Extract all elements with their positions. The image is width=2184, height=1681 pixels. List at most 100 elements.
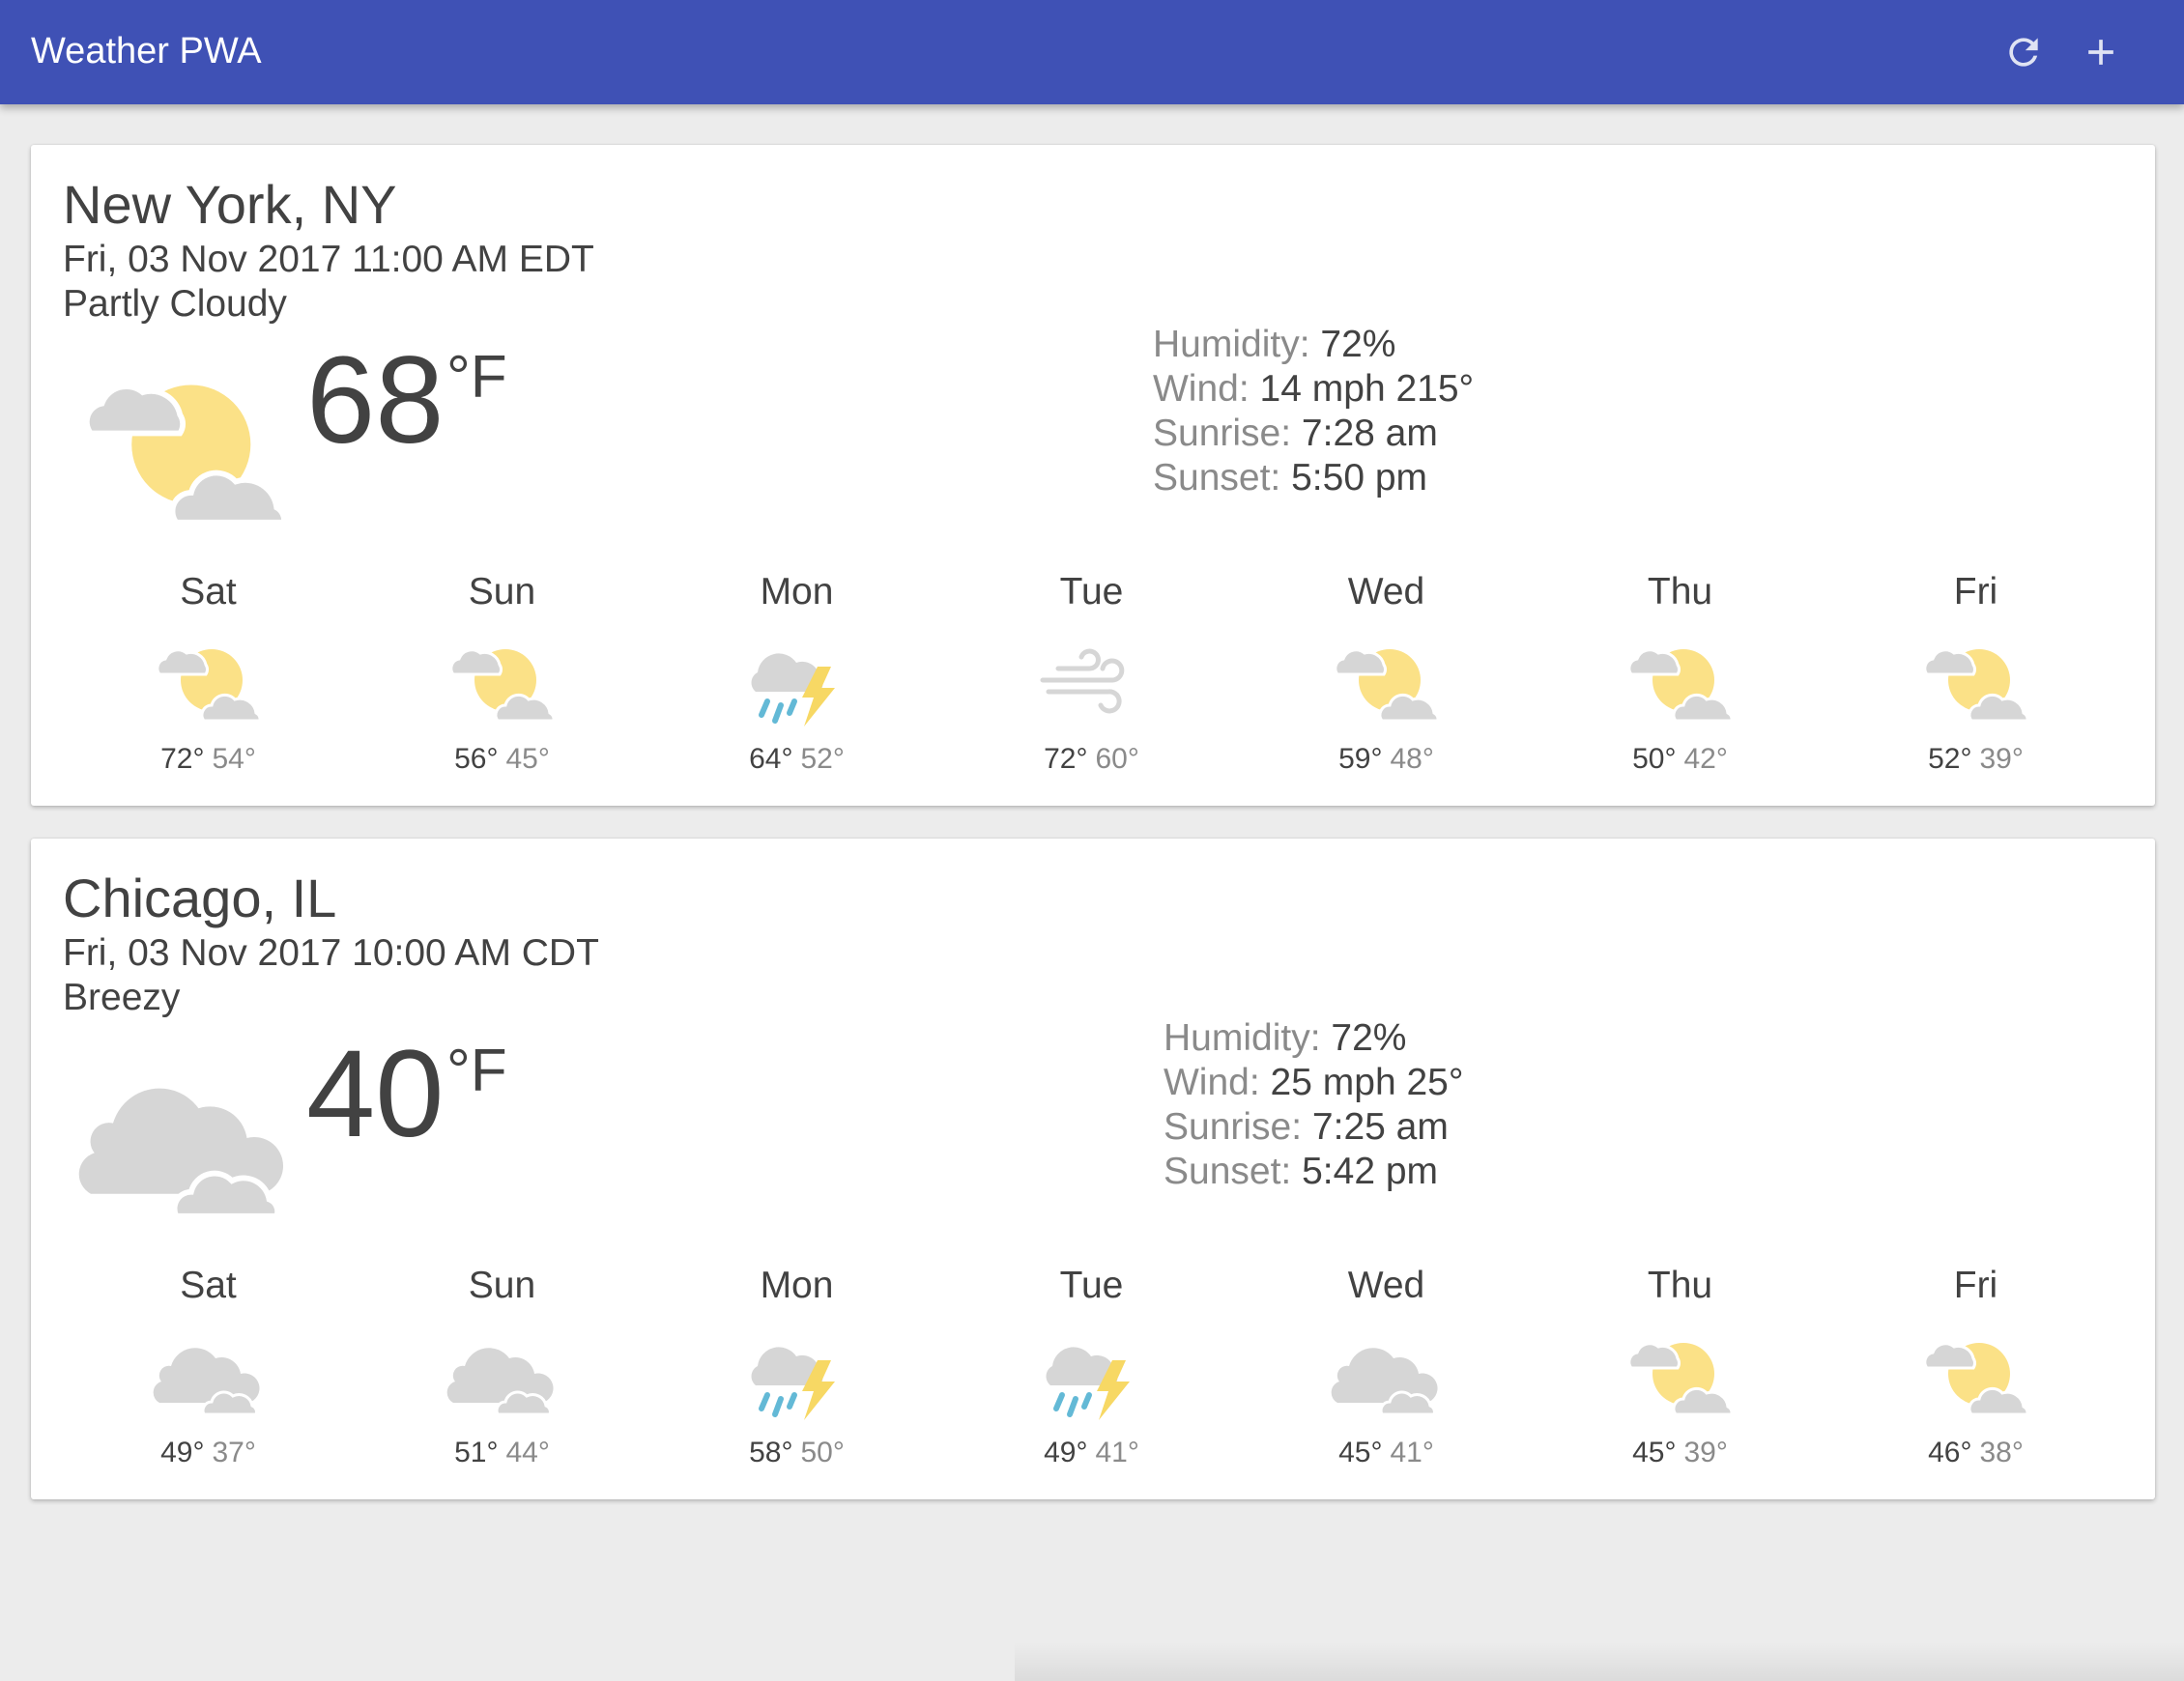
sunset-label: Sunset: [1164,1151,1292,1192]
sunrise-row: Sunrise: 7:25 am [1164,1105,1463,1150]
temperature-scale: °F [446,1038,507,1104]
forecast-high: 50° [1632,743,1677,775]
weather-card: Chicago, IL Fri, 03 Nov 2017 10:00 AM CD… [31,839,2155,1499]
sunset-label: Sunset: [1153,457,1281,499]
forecast-day: Thu 45° 39° [1533,1264,1827,1470]
forecast-day-name: Tue [1059,571,1124,613]
partly-cloudy-icon [1913,632,2039,728]
forecast-temps: 50° 42° [1533,742,1827,777]
sunrise-value: 7:28 am [1301,413,1438,454]
forecast-temps: 58° 50° [649,1436,944,1470]
forecast-day: Sun 56° 45° [355,570,649,777]
cloudy-icon [446,1348,554,1416]
sunrise-value: 7:25 am [1311,1106,1449,1148]
wind-value: 25 mph 25° [1270,1062,1464,1103]
app-header: Weather PWA [0,0,2184,104]
wind-label: Wind: [1153,368,1250,410]
forecast-high: 49° [160,1437,205,1468]
forecast-day: Tue 72° 60° [944,570,1239,777]
windy-icon [1029,632,1155,728]
cloudy-icon [78,1088,284,1219]
forecast-day: Sat 49° 37° [61,1264,356,1470]
forecast-day-name: Wed [1347,571,1425,613]
sunset-value: 5:50 pm [1291,457,1428,499]
thunderstorm-icon [734,632,860,728]
forecast-day: Mon 58° 50° [649,1264,944,1470]
refresh-icon [2009,38,2038,67]
wind-label: Wind: [1164,1062,1260,1103]
forecast-day-name: Fri [1953,571,1998,613]
forecast-low: 42° [1683,743,1728,775]
partly-cloudy-icon [1913,1325,2039,1422]
forecast-temps: 45° 39° [1533,1436,1827,1470]
forecast-low: 41° [1390,1437,1434,1468]
forecast-day-name: Sat [180,571,237,613]
weather-description: Partly Cloudy [63,283,287,325]
forecast-low: 37° [212,1437,256,1468]
humidity-label: Humidity: [1153,324,1310,365]
location-name: New York, NY [63,174,397,235]
weather-details: Humidity: 72% Wind: 25 mph 25° Sunrise: … [1164,1016,1463,1194]
sunrise-label: Sunrise: [1164,1106,1303,1148]
forecast-day-name: Mon [760,1265,834,1306]
forecast-high: 64° [749,743,793,775]
forecast-high: 72° [160,743,205,775]
cloudy-icon [146,1325,272,1422]
sunrise-label: Sunrise: [1153,413,1292,454]
thunderstorm-icon [751,653,835,727]
cloudy-icon [65,1041,306,1235]
cloudy-icon [1331,1348,1438,1416]
partly-cloudy-icon [440,632,565,728]
forecast-day: Fri 46° 38° [1828,1264,2123,1470]
forecast-high: 51° [454,1437,499,1468]
weather-description: Breezy [63,977,181,1018]
forecast-low: 50° [800,1437,845,1468]
add-city-button[interactable] [2074,25,2128,79]
humidity-row: Humidity: 72% [1164,1016,1463,1061]
date-time: Fri, 03 Nov 2017 11:00 AM EDT [63,239,594,280]
temperature-scale: °F [446,344,507,411]
wind-row: Wind: 25 mph 25° [1164,1061,1463,1105]
partly-cloudy-icon [1922,648,2029,723]
forecast-temps: 59° 48° [1239,742,1534,777]
forecast-temps: 51° 44° [355,1436,649,1470]
sunset-row: Sunset: 5:42 pm [1164,1150,1463,1194]
plus-icon [2088,40,2113,65]
forecast-high: 56° [454,743,499,775]
sunrise-row: Sunrise: 7:28 am [1153,412,1474,456]
weather-card: New York, NY Fri, 03 Nov 2017 11:00 AM E… [31,145,2155,806]
cloudy-icon [1324,1325,1450,1422]
forecast-day: Wed 45° 41° [1239,1264,1534,1470]
sunset-row: Sunset: 5:50 pm [1153,456,1474,500]
refresh-button[interactable] [1997,25,2051,79]
forecast-high: 52° [1928,743,1972,775]
forecast-day-name: Fri [1953,1265,1998,1306]
windy-icon [1040,648,1124,714]
forecast-low: 45° [505,743,550,775]
forecast-day: Tue 49° 41° [944,1264,1239,1470]
partly-cloudy-icon [448,648,556,723]
forecast-temps: 45° 41° [1239,1436,1534,1470]
page-shadow [1015,1642,2184,1681]
forecast-low: 54° [212,743,256,775]
forecast-high: 59° [1338,743,1383,775]
forecast-high: 45° [1632,1437,1677,1468]
humidity-value: 72% [1320,324,1396,365]
partly-cloudy-icon [146,632,272,728]
forecast-high: 58° [749,1437,793,1468]
partly-cloudy-icon [1333,648,1440,723]
forecast-temps: 56° 45° [355,742,649,777]
partly-cloudy-icon [83,384,287,526]
forecast-day-name: Sun [468,1265,536,1306]
forecast-high: 46° [1928,1437,1972,1468]
partly-cloudy-icon [65,348,306,541]
forecast-temps: 72° 60° [944,742,1239,777]
forecast-day: Fri 52° 39° [1828,570,2123,777]
app-title: Weather PWA [31,31,262,71]
forecast-day-name: Thu [1647,1265,1713,1306]
forecast-day-name: Tue [1059,1265,1124,1306]
partly-cloudy-icon [1626,1342,1734,1416]
cloudy-icon [153,1348,260,1416]
forecast-day: Thu 50° 42° [1533,570,1827,777]
forecast-day: Sun 51° 44° [355,1264,649,1470]
